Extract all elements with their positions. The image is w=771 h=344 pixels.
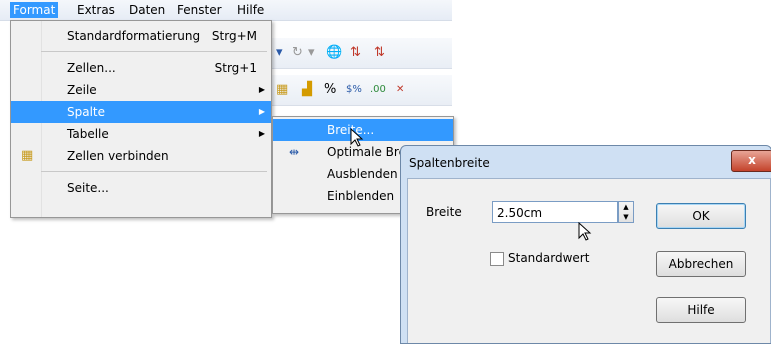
menu-hilfe[interactable]: Hilfe [234,2,267,18]
submenu-item-label: Einblenden [327,189,395,203]
menu-fenster[interactable]: Fenster [174,2,225,18]
sort-descending-icon[interactable]: ⇅ [374,45,385,61]
dialog-body: Breite 2.50cm ▲ ▼ Standardwert OK Abbrec… [407,178,771,343]
sort-ascending-icon[interactable]: ⇅ [350,45,361,61]
help-button[interactable]: Hilfe [656,297,746,323]
mouse-cursor-icon [350,128,364,147]
menu-item-label: Zeile [67,83,97,97]
menu-bar: Format Extras Daten Fenster Hilfe [0,0,452,21]
menu-item-zeile[interactable]: Zeile ▶ [11,79,271,101]
column-width-dialog: Spaltenbreite x Breite 2.50cm ▲ ▼ Standa… [400,145,771,344]
width-input[interactable]: 2.50cm [492,201,618,223]
menu-item-zellen[interactable]: Zellen... Strg+1 [11,57,271,79]
menu-item-label: Seite... [67,181,109,195]
mouse-cursor-icon [578,222,592,241]
menu-extras[interactable]: Extras [74,2,118,18]
submenu-arrow-icon: ▶ [258,85,265,94]
menu-item-label: Tabelle [67,127,109,141]
redo-icon[interactable]: ↻ [292,45,303,61]
submenu-arrow-icon: ▶ [258,107,265,116]
width-spinner[interactable]: ▲ ▼ [618,201,634,223]
menu-item-label: Spalte [67,105,106,119]
cancel-button[interactable]: Abbrechen [656,251,746,277]
ok-button[interactable]: OK [656,203,746,229]
standard-number-icon[interactable]: $% [346,82,362,98]
submenu-item-label: Ausblenden [327,167,398,181]
formatting-toolbar: ▦ ▟ % $% .00 ✕ [270,75,452,106]
currency-icon[interactable]: ▟ [302,82,312,98]
standard-toolbar: ▾ ↻ ▾ 🌐 ⇅ ⇅ [270,38,452,69]
menu-item-zellen-verbinden[interactable]: ▦ Zellen verbinden [11,145,271,167]
close-icon: x [748,153,756,167]
menu-item-seite[interactable]: Seite... [11,177,271,199]
menu-item-label: Standardformatierung [67,29,201,43]
menu-item-standardformatierung[interactable]: Standardformatierung Strg+M [11,25,271,47]
default-value-label[interactable]: Standardwert [508,251,589,265]
menu-item-label: Zellen... [67,61,116,75]
spin-down-icon[interactable]: ▼ [619,212,633,222]
delete-decimal-icon[interactable]: ✕ [396,82,404,98]
format-menu: Standardformatierung Strg+M Zellen... St… [10,20,272,218]
hyperlink-icon[interactable]: 🌐 [326,45,342,61]
add-decimal-icon[interactable]: .00 [370,82,386,98]
dialog-title: Spaltenbreite [409,156,490,170]
menu-item-shortcut: Strg+1 [214,61,257,75]
optimal-width-icon: ⇹ [289,145,300,159]
borders-icon[interactable]: ▦ [276,82,288,98]
merge-cells-icon: ▦ [21,148,34,163]
close-button[interactable]: x [731,150,771,172]
redo-arrow-icon[interactable]: ▾ [308,45,315,61]
menu-daten[interactable]: Daten [126,2,168,18]
menu-format[interactable]: Format [10,2,59,18]
menu-item-label: Zellen verbinden [67,149,169,163]
menu-separator [41,171,267,172]
submenu-arrow-icon: ▶ [258,129,265,138]
menu-item-spalte[interactable]: Spalte ▶ [11,101,271,123]
width-label: Breite [426,205,462,219]
menu-item-tabelle[interactable]: Tabelle ▶ [11,123,271,145]
spin-up-icon[interactable]: ▲ [619,202,633,212]
menu-item-shortcut: Strg+M [211,29,257,43]
menu-separator [41,51,267,52]
redo-dropdown-icon[interactable]: ▾ [276,45,283,61]
percent-icon[interactable]: % [324,82,336,98]
default-value-checkbox[interactable] [490,252,504,266]
